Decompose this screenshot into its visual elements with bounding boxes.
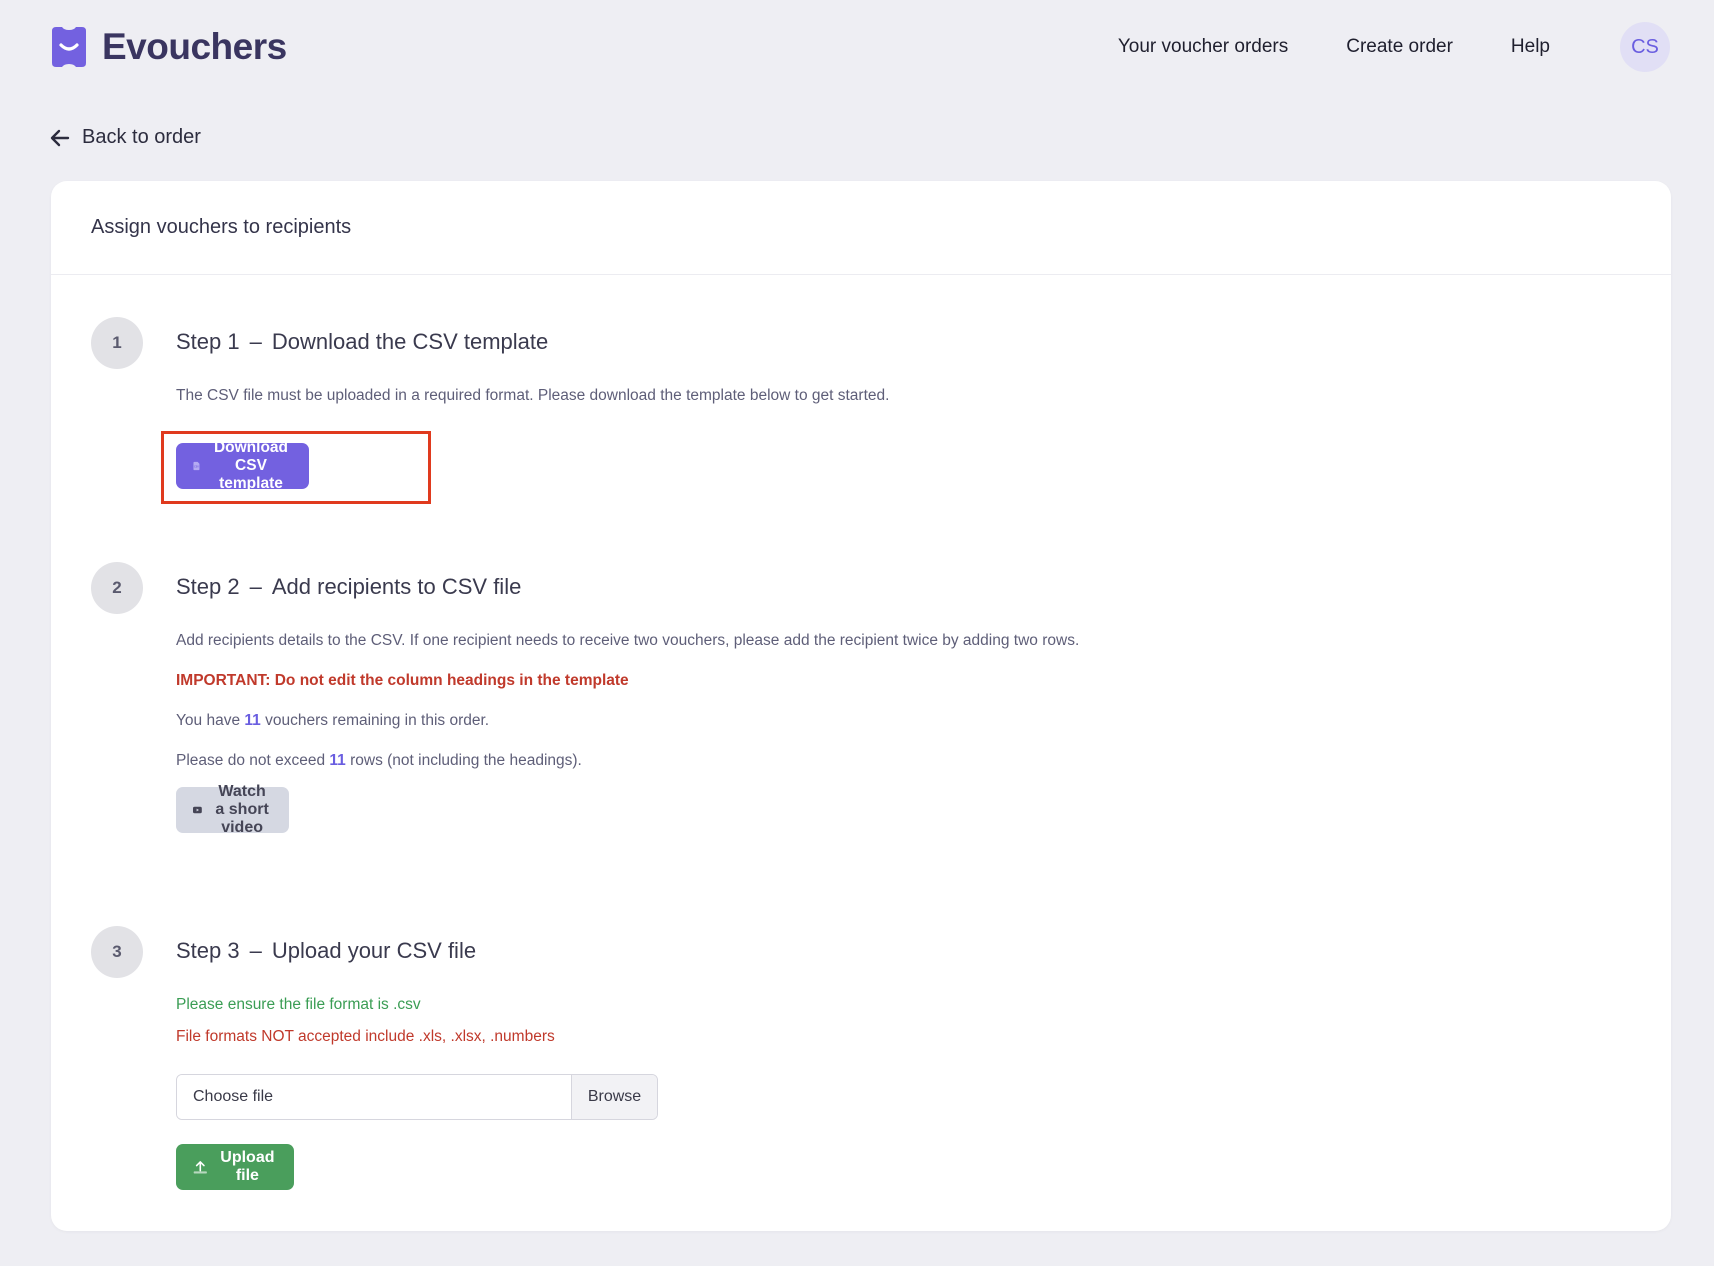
exceed-suffix: rows (not including the headings). xyxy=(345,752,582,769)
top-navbar: Evouchers Your voucher orders Create ord… xyxy=(0,0,1714,92)
upload-icon xyxy=(193,1161,207,1174)
watch-video-label: Watch a short video xyxy=(215,783,269,836)
remaining-count: 11 xyxy=(244,712,261,729)
step-2-label: Step 2 xyxy=(176,574,240,599)
important-warning: IMPORTANT: Do not edit the column headin… xyxy=(176,672,629,689)
format-accepted-note: Please ensure the file format is .csv xyxy=(176,996,421,1013)
step-3-dash: – xyxy=(249,938,262,963)
download-csv-label: Download CSV template xyxy=(213,439,289,492)
row-limit-text: Please do not exceed 11 rows (not includ… xyxy=(176,752,582,770)
step-2-dash: – xyxy=(249,574,262,599)
exceed-prefix: Please do not exceed xyxy=(176,752,330,769)
browse-button[interactable]: Browse xyxy=(571,1075,657,1119)
card-header: Assign vouchers to recipients xyxy=(51,181,1671,275)
file-input-label[interactable]: Choose file xyxy=(177,1075,571,1119)
vouchers-remaining-text: You have 11 vouchers remaining in this o… xyxy=(176,712,489,730)
step-1-dash: – xyxy=(249,329,262,354)
back-label: Back to order xyxy=(82,126,201,148)
csv-file-icon: CSV xyxy=(193,461,200,471)
app-logo[interactable]: Evouchers xyxy=(50,26,287,68)
nav-create-order[interactable]: Create order xyxy=(1346,36,1453,58)
step-1-number: 1 xyxy=(91,317,143,369)
watch-video-button[interactable]: Watch a short video xyxy=(176,783,290,836)
exceed-count: 11 xyxy=(329,752,346,769)
download-csv-button[interactable]: CSV Download CSV template xyxy=(176,439,310,492)
arrow-left-icon xyxy=(50,129,70,146)
assign-vouchers-card: Assign vouchers to recipients 1 Step 1– D… xyxy=(51,181,1671,1231)
upload-file-label: Upload file xyxy=(220,1149,275,1184)
step-3-title: Step 3– Upload your CSV file xyxy=(176,938,476,964)
app-name: Evouchers xyxy=(102,26,287,67)
step-1-label: Step 1 xyxy=(176,329,240,354)
nav-voucher-orders[interactable]: Your voucher orders xyxy=(1118,36,1288,58)
user-avatar[interactable]: CS xyxy=(1620,22,1670,72)
step-2-title: Step 2– Add recipients to CSV file xyxy=(176,574,521,600)
step-2-heading: Add recipients to CSV file xyxy=(271,574,522,599)
logo-icon xyxy=(52,27,86,67)
back-to-order-link[interactable]: Back to order xyxy=(50,126,201,149)
upload-file-button[interactable]: Upload file xyxy=(176,1144,295,1190)
format-rejected-note: File formats NOT accepted include .xls, … xyxy=(176,1028,555,1045)
step-3-heading: Upload your CSV file xyxy=(271,938,477,963)
card-title: Assign vouchers to recipients xyxy=(91,216,352,238)
svg-text:CSV: CSV xyxy=(194,467,199,469)
step-1-title: Step 1– Download the CSV template xyxy=(176,329,548,355)
remaining-prefix: You have xyxy=(176,712,245,729)
step-2-number: 2 xyxy=(91,562,143,614)
step-2-description: Add recipients details to the CSV. If on… xyxy=(176,632,1080,649)
step-3-number: 3 xyxy=(91,926,143,978)
nav-help[interactable]: Help xyxy=(1511,36,1550,58)
step-1-heading: Download the CSV template xyxy=(271,329,549,354)
step-3-label: Step 3 xyxy=(176,938,240,963)
remaining-suffix: vouchers remaining in this order. xyxy=(260,712,490,729)
main-nav: Your voucher orders Create order Help CS xyxy=(1118,22,1670,72)
csv-file-input[interactable]: Choose file Browse xyxy=(176,1074,658,1120)
step-1-description: The CSV file must be uploaded in a requi… xyxy=(176,387,890,404)
youtube-icon xyxy=(193,806,202,814)
